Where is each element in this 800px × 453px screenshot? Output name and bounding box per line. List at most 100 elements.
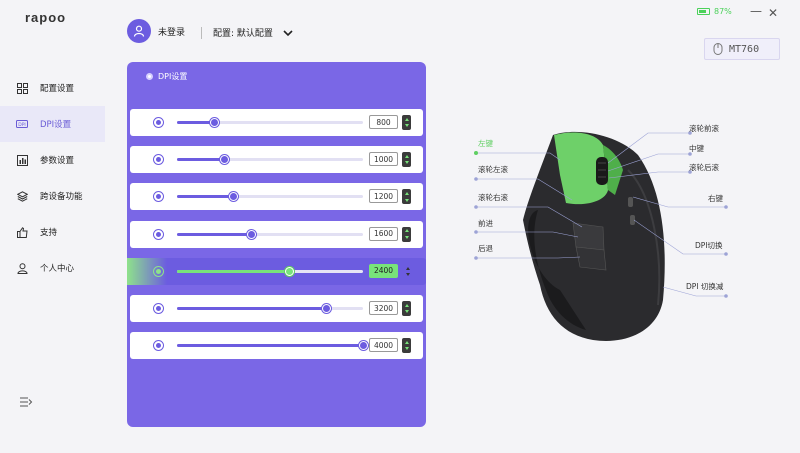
device-selector[interactable]: MT760 <box>704 38 780 60</box>
dpi-stepper[interactable] <box>402 226 411 242</box>
stepper-down-icon[interactable] <box>404 161 409 165</box>
dpi-slider-handle[interactable] <box>284 266 294 276</box>
sidebar-item-cross-device[interactable]: 跨设备功能 <box>0 178 105 214</box>
label-right-button[interactable]: 右键 <box>708 193 723 204</box>
label-back[interactable]: 后退 <box>478 243 493 254</box>
dpi-slider-fill <box>177 158 224 162</box>
dpi-stepper[interactable] <box>402 301 411 316</box>
dpi-stepper[interactable] <box>402 338 411 354</box>
sidebar-item-label: 跨设备功能 <box>40 192 83 202</box>
stepper-down-icon[interactable] <box>404 235 409 239</box>
dpi-slider-track[interactable] <box>177 304 363 313</box>
label-dpi-switch[interactable]: DPI切换 <box>695 240 723 251</box>
dpi-stepper[interactable] <box>402 189 411 205</box>
dpi-slider-handle[interactable] <box>359 341 368 351</box>
dpi-slider-track[interactable] <box>177 266 363 276</box>
dpi-slider-handle[interactable] <box>228 192 238 202</box>
label-scroll-left[interactable]: 滚轮左滚 <box>478 164 508 175</box>
stepper-up-icon[interactable] <box>404 154 409 158</box>
dpi-level-row[interactable]: 1000 <box>130 146 423 174</box>
brand-logo: rapoo <box>25 10 67 25</box>
dpi-slider-fill <box>177 269 289 273</box>
user-info[interactable]: 未登录 <box>127 19 185 43</box>
dpi-stepper[interactable] <box>402 115 411 130</box>
header-divider <box>201 27 202 39</box>
close-button[interactable]: ✕ <box>768 6 778 20</box>
stepper-down-icon[interactable] <box>405 273 410 277</box>
dpi-slider-fill <box>177 344 363 348</box>
sidebar-item-label: DPI设置 <box>40 120 72 130</box>
stepper-up-icon[interactable] <box>405 266 410 270</box>
person-icon <box>16 262 28 274</box>
dpi-slider-fill <box>177 121 215 124</box>
dpi-slider-track[interactable] <box>177 155 363 165</box>
stepper-down-icon[interactable] <box>404 124 409 128</box>
dpi-level-radio[interactable] <box>153 265 164 277</box>
dpi-slider-track[interactable] <box>177 118 363 127</box>
dpi-value-input[interactable]: 800 <box>369 115 398 129</box>
label-forward[interactable]: 前进 <box>478 218 493 229</box>
sidebar-item-support[interactable]: 支持 <box>0 214 105 250</box>
dpi-level-radio[interactable] <box>153 154 164 166</box>
stepper-up-icon[interactable] <box>404 340 409 344</box>
grid-icon <box>16 82 28 94</box>
menu-collapse-icon[interactable] <box>19 393 33 407</box>
dpi-level-radio[interactable] <box>153 228 164 240</box>
dpi-value-input[interactable]: 3200 <box>369 301 398 315</box>
stepper-up-icon[interactable] <box>404 117 409 121</box>
label-scroll-down[interactable]: 滚轮后滚 <box>689 162 719 173</box>
dpi-slider-track[interactable] <box>177 192 363 202</box>
battery-status: 87% <box>697 7 732 16</box>
dpi-level-row[interactable]: 1600 <box>130 220 423 248</box>
dpi-title-text: DPI设置 <box>158 72 188 81</box>
avatar[interactable] <box>127 19 151 43</box>
stepper-down-icon[interactable] <box>404 310 409 314</box>
dpi-level-radio[interactable] <box>153 117 164 128</box>
label-scroll-right[interactable]: 滚轮右滚 <box>478 192 508 203</box>
dpi-level-row[interactable]: 1200 <box>130 183 423 211</box>
dpi-value-input[interactable]: 1600 <box>369 226 398 241</box>
chevron-down-icon <box>283 29 293 36</box>
dpi-value-input[interactable]: 2400 <box>369 263 398 278</box>
sidebar-item-label: 个人中心 <box>40 264 75 274</box>
label-scroll-up[interactable]: 滚轮前滚 <box>689 123 719 134</box>
sidebar-item-profile-settings[interactable]: 配置设置 <box>0 70 105 106</box>
dpi-level-radio[interactable] <box>153 191 164 203</box>
sidebar-item-parameter-settings[interactable]: 参数设置 <box>0 142 105 178</box>
dpi-slider-handle[interactable] <box>321 304 331 313</box>
thumbs-up-icon <box>16 226 28 238</box>
label-middle-button[interactable]: 中键 <box>689 143 704 154</box>
stepper-up-icon[interactable] <box>404 192 409 196</box>
dpi-slider-handle[interactable] <box>210 118 220 127</box>
dpi-level-row[interactable]: 800 <box>130 109 423 136</box>
dpi-level-row[interactable]: 3200 <box>130 295 423 322</box>
dpi-level-row[interactable]: 4000 <box>130 332 423 360</box>
dpi-level-row[interactable]: 2400 <box>127 257 426 285</box>
dpi-slider-handle[interactable] <box>247 229 257 239</box>
stepper-down-icon[interactable] <box>404 347 409 351</box>
dpi-value-input[interactable]: 1200 <box>369 189 398 204</box>
dpi-level-radio[interactable] <box>153 303 164 314</box>
sidebar-item-dpi-settings[interactable]: DPI DPI设置 <box>0 106 105 142</box>
dpi-slider-track[interactable] <box>177 229 363 239</box>
sidebar-item-label: 参数设置 <box>40 156 75 166</box>
mouse-diagram: 左键 滚轮左滚 滚轮右滚 前进 后退 滚轮前滚 中键 滚轮后滚 右键 DPI切换… <box>468 115 768 355</box>
sidebar-item-personal-center[interactable]: 个人中心 <box>0 250 105 286</box>
stepper-down-icon[interactable] <box>404 198 409 202</box>
label-left-button[interactable]: 左键 <box>478 138 493 149</box>
minimize-button[interactable]: — <box>750 4 762 18</box>
dpi-level-radio[interactable] <box>153 340 164 352</box>
stepper-up-icon[interactable] <box>404 229 409 233</box>
dpi-stepper[interactable] <box>402 152 411 168</box>
profile-select[interactable]: 配置: 默认配置 <box>213 26 293 39</box>
dpi-indicator-icon <box>146 73 153 80</box>
dpi-slider-handle[interactable] <box>219 155 229 165</box>
dpi-value-input[interactable]: 4000 <box>369 338 398 353</box>
dpi-value-input[interactable]: 1000 <box>369 152 398 167</box>
stepper-up-icon[interactable] <box>404 303 409 307</box>
dpi-slider-track[interactable] <box>177 341 368 351</box>
dpi-stepper[interactable] <box>403 264 412 279</box>
dpi-slider-fill <box>177 195 233 199</box>
label-dpi-switch-down[interactable]: DPI 切换减 <box>686 281 723 292</box>
mouse-icon <box>713 43 723 55</box>
